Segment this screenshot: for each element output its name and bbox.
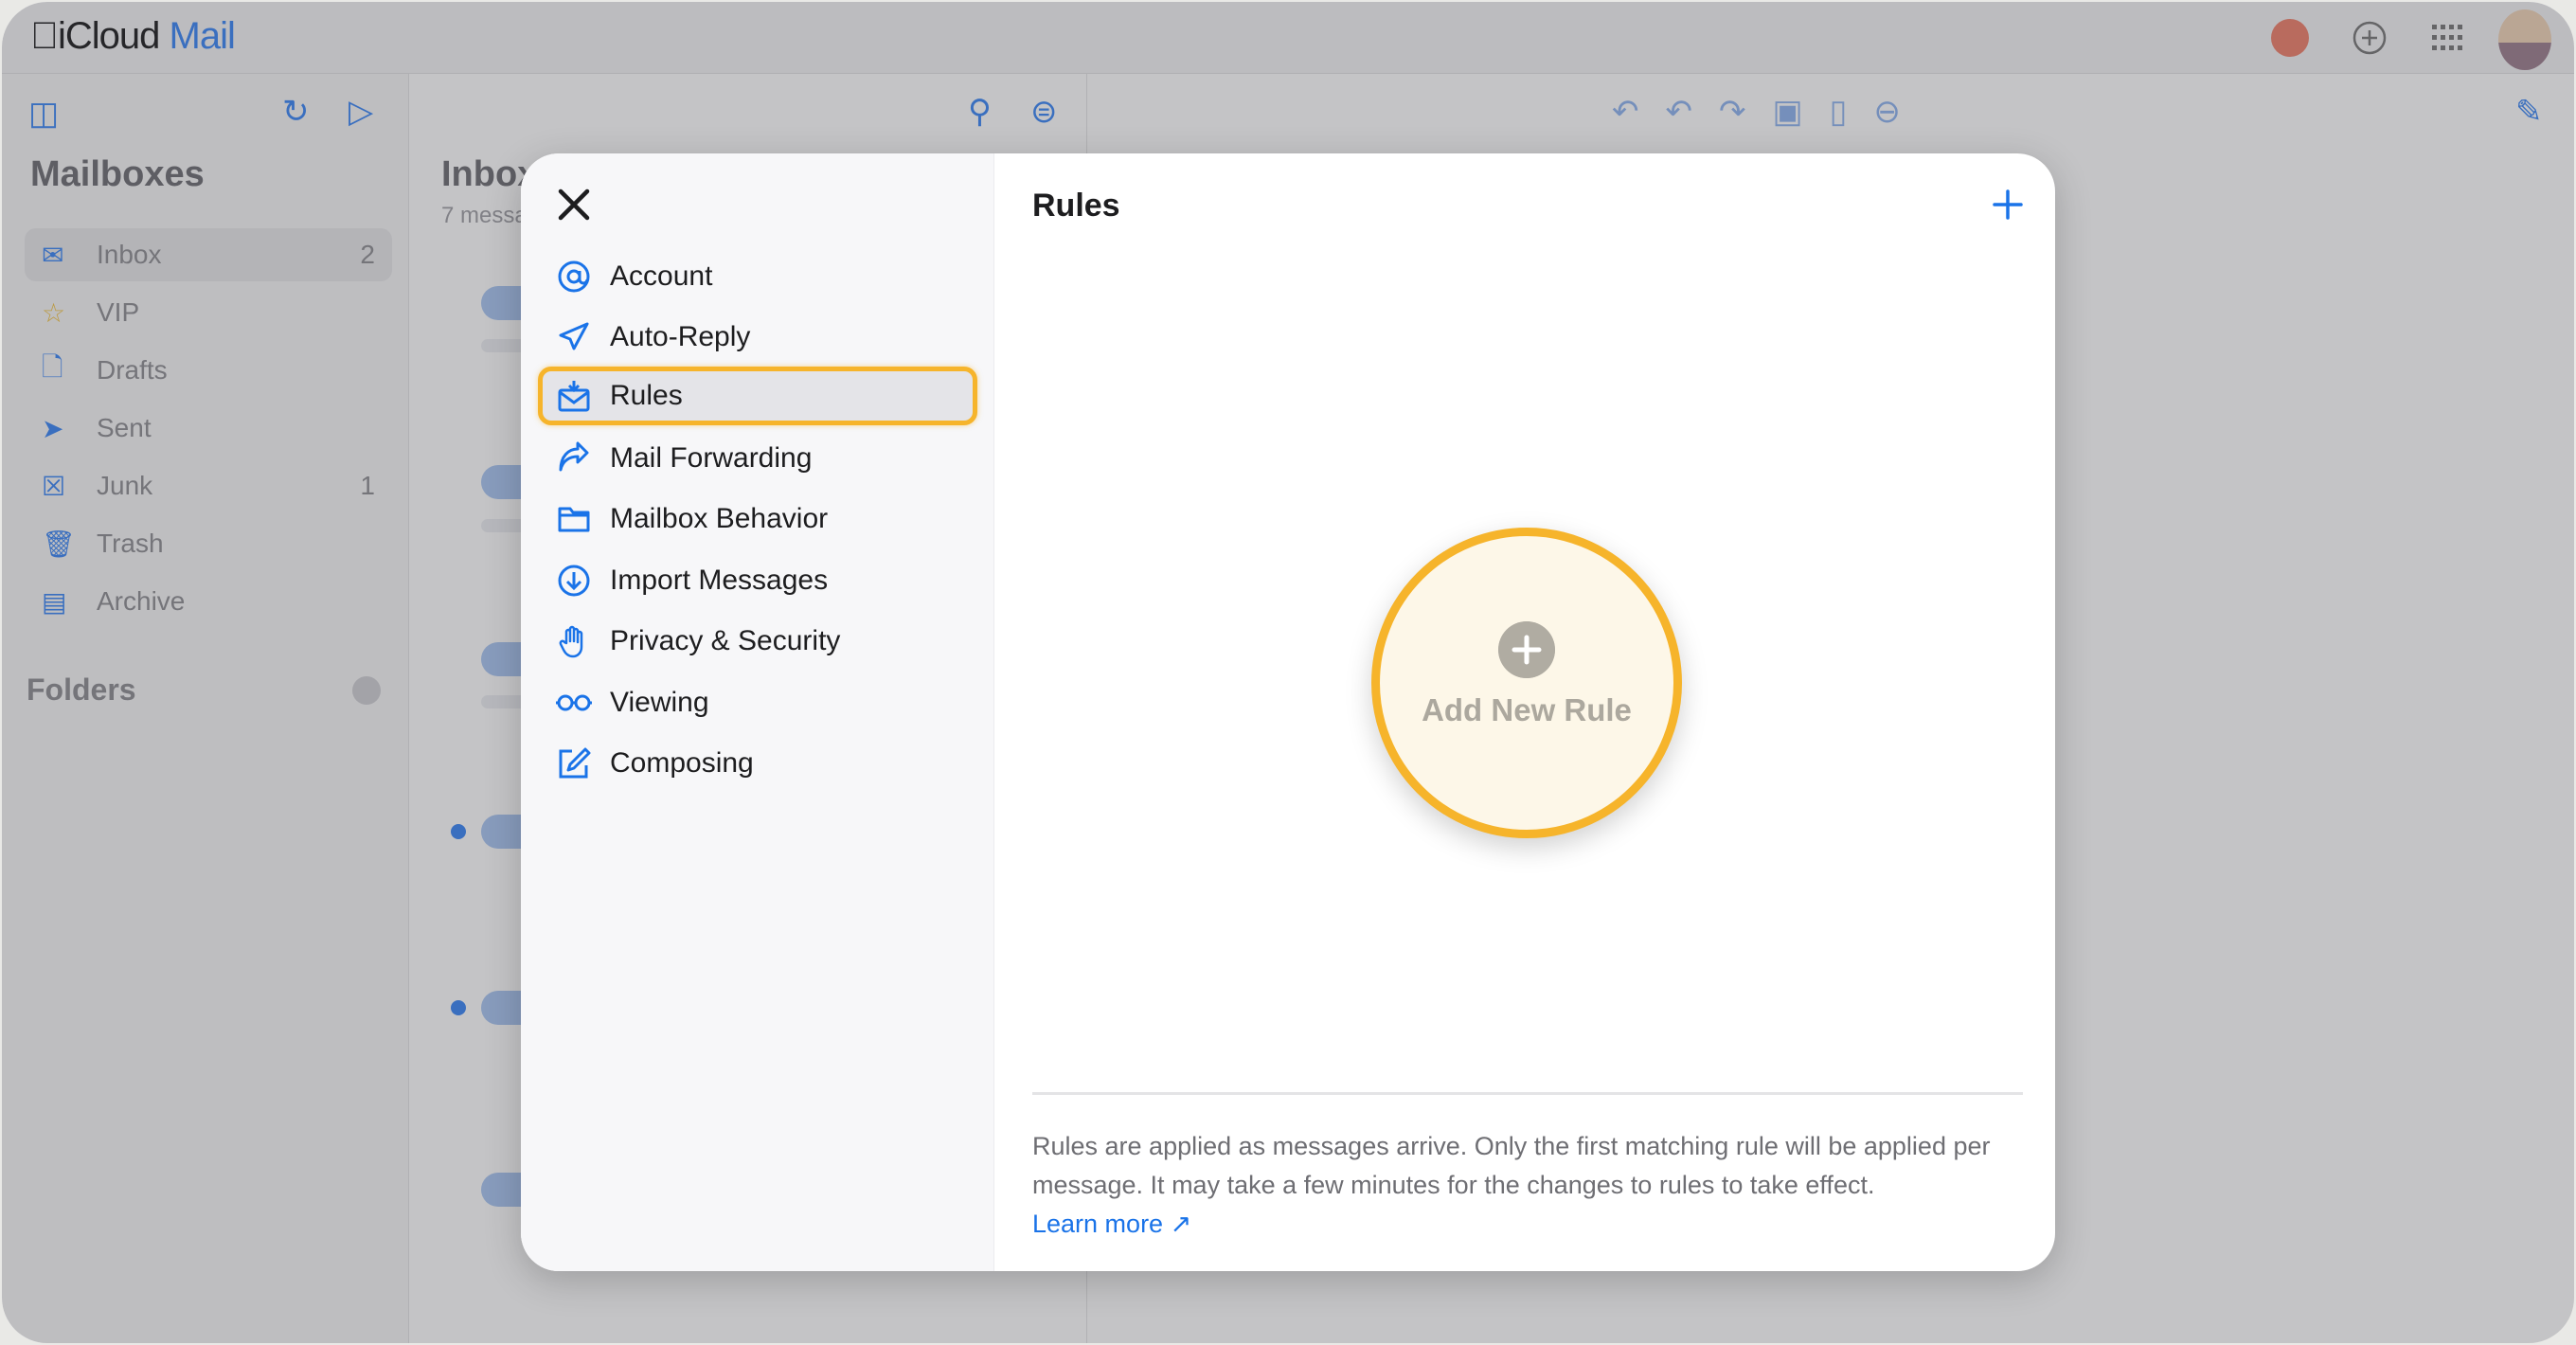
settings-nav-mail-forwarding[interactable]: Mail Forwarding — [538, 429, 977, 488]
add-new-rule-button[interactable]: Add New Rule — [1371, 528, 1682, 838]
rules-description: Rules are applied as messages arrive. On… — [1032, 1132, 1991, 1238]
close-icon[interactable] — [553, 184, 595, 225]
settings-nav-import-messages[interactable]: Import Messages — [538, 551, 977, 610]
settings-nav-account[interactable]: Account — [538, 247, 977, 306]
airplane-icon — [555, 318, 593, 356]
download-circle-icon — [555, 562, 593, 600]
hand-icon — [555, 622, 593, 660]
settings-nav-auto-reply[interactable]: Auto-Reply — [538, 308, 977, 367]
add-new-rule-label: Add New Rule — [1422, 692, 1632, 727]
forward-arrow-icon — [555, 439, 593, 477]
icloud-mail-window: iCloud Mail ◫ ↻ ▷ Mailboxes ✉Inbox2 ☆VI… — [2, 2, 2574, 1343]
rules-envelope-icon — [555, 377, 593, 415]
settings-dialog: Account Auto-Reply Rules Mail Forwarding… — [521, 153, 2055, 1271]
settings-nav-mailbox-behavior[interactable]: Mailbox Behavior — [538, 490, 977, 548]
settings-nav-viewing[interactable]: Viewing — [538, 673, 977, 732]
settings-nav-composing[interactable]: Composing — [538, 734, 977, 793]
plus-circle-icon — [1498, 621, 1555, 678]
settings-nav-rules[interactable]: Rules — [538, 367, 977, 425]
add-rule-plus-icon[interactable] — [1991, 188, 2025, 222]
at-icon — [555, 258, 593, 296]
divider — [1032, 1092, 2023, 1095]
rules-title: Rules — [1032, 188, 1120, 224]
learn-more-link[interactable]: Learn more ↗ — [1032, 1210, 1191, 1238]
settings-nav: Account Auto-Reply Rules Mail Forwarding… — [521, 153, 994, 1271]
folder-icon — [555, 500, 593, 538]
compose-icon — [555, 744, 593, 782]
glasses-icon — [555, 684, 593, 722]
settings-nav-privacy-security[interactable]: Privacy & Security — [538, 612, 977, 671]
